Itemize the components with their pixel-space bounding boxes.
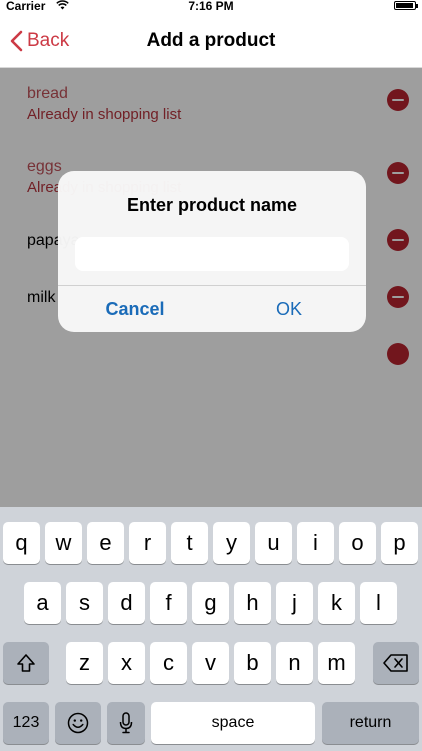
key-u[interactable]: u <box>255 522 292 564</box>
key-g[interactable]: g <box>192 582 229 624</box>
key-s[interactable]: s <box>66 582 103 624</box>
key-r[interactable]: r <box>129 522 166 564</box>
microphone-icon <box>119 712 133 734</box>
battery-icon <box>394 1 418 10</box>
keyboard: q w e r t y u i o p a s d f g h j k l z … <box>0 507 422 751</box>
backspace-icon <box>383 654 408 672</box>
clock: 7:16 PM <box>188 0 234 13</box>
page-title: Add a product <box>146 30 276 51</box>
key-w[interactable]: w <box>45 522 82 564</box>
key-p[interactable]: p <box>381 522 418 564</box>
key-q[interactable]: q <box>3 522 40 564</box>
key-m[interactable]: m <box>318 642 355 684</box>
key-z[interactable]: z <box>66 642 103 684</box>
key-c[interactable]: c <box>150 642 187 684</box>
key-t[interactable]: t <box>171 522 208 564</box>
key-h[interactable]: h <box>234 582 271 624</box>
status-bar: Carrier 7:16 PM <box>0 0 422 14</box>
shift-key[interactable] <box>3 642 49 684</box>
key-o[interactable]: o <box>339 522 376 564</box>
key-n[interactable]: n <box>276 642 313 684</box>
emoji-key[interactable] <box>55 702 101 744</box>
return-key[interactable]: return <box>322 702 419 744</box>
key-i[interactable]: i <box>297 522 334 564</box>
numbers-key[interactable]: 123 <box>3 702 49 744</box>
cancel-button[interactable]: Cancel <box>58 286 212 332</box>
key-a[interactable]: a <box>24 582 61 624</box>
key-b[interactable]: b <box>234 642 271 684</box>
key-l[interactable]: l <box>360 582 397 624</box>
shift-icon <box>17 654 35 672</box>
navigation-bar: Back Add a product <box>0 14 422 68</box>
product-name-input[interactable] <box>75 237 349 271</box>
key-x[interactable]: x <box>108 642 145 684</box>
key-y[interactable]: y <box>213 522 250 564</box>
alert-title: Enter product name <box>126 195 298 215</box>
space-key[interactable]: space <box>151 702 315 744</box>
key-j[interactable]: j <box>276 582 313 624</box>
delete-key[interactable] <box>373 642 419 684</box>
key-v[interactable]: v <box>192 642 229 684</box>
emoji-icon <box>67 712 89 734</box>
key-k[interactable]: k <box>318 582 355 624</box>
dictation-key[interactable] <box>107 702 145 744</box>
key-e[interactable]: e <box>87 522 124 564</box>
key-d[interactable]: d <box>108 582 145 624</box>
key-f[interactable]: f <box>150 582 187 624</box>
ok-button[interactable]: OK <box>212 286 366 332</box>
product-name-alert: Enter product name Cancel OK <box>58 171 366 332</box>
